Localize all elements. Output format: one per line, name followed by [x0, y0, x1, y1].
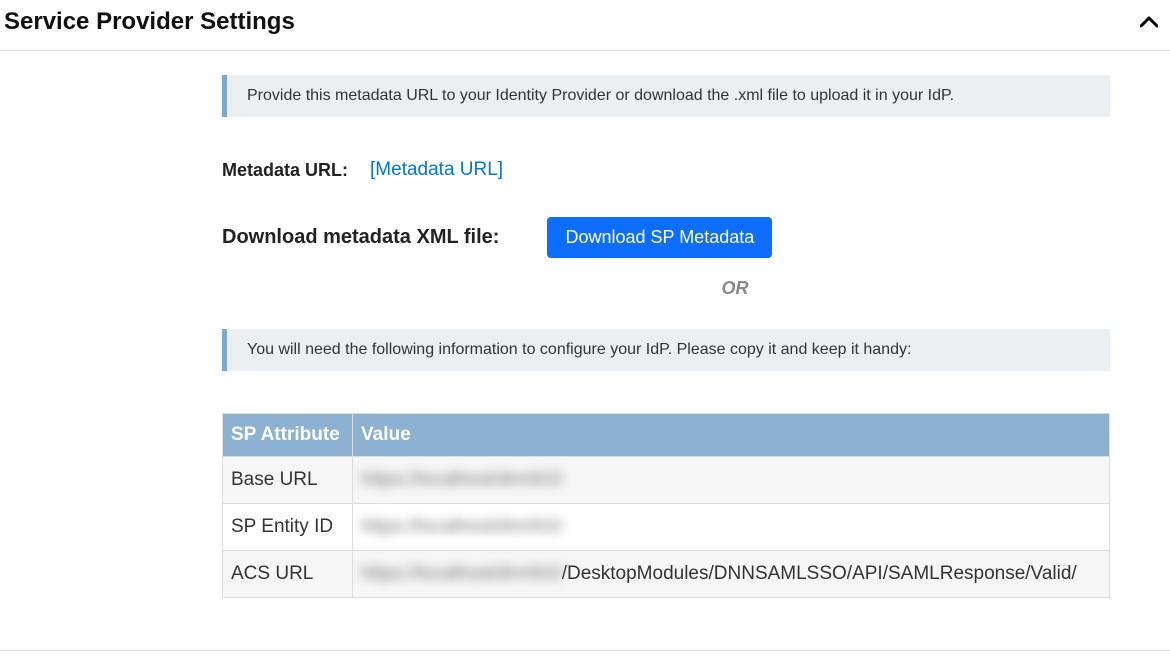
sp-attributes-table: SP Attribute Value Base URL https://loca…	[222, 413, 1110, 598]
bottom-divider	[0, 650, 1170, 651]
cell-value: https://localhost/dnn910	[353, 457, 1110, 504]
or-divider: OR	[222, 278, 1110, 299]
cell-attr: SP Entity ID	[223, 504, 353, 551]
cell-value: https://localhost/dnn910/DesktopModules/…	[353, 551, 1110, 598]
table-row: SP Entity ID https://localhost/dnn910	[223, 504, 1110, 551]
table-header-value: Value	[353, 414, 1110, 457]
info-box-metadata: Provide this metadata URL to your Identi…	[222, 75, 1110, 117]
panel-content: Provide this metadata URL to your Identi…	[0, 51, 1170, 622]
download-row: Download metadata XML file: Download SP …	[222, 217, 1110, 258]
panel-header: Service Provider Settings	[0, 0, 1170, 51]
collapse-icon[interactable]	[1140, 12, 1166, 33]
cell-attr: Base URL	[223, 457, 353, 504]
info-box-idp-config: You will need the following information …	[222, 329, 1110, 371]
metadata-url-label: Metadata URL:	[222, 160, 348, 181]
download-label: Download metadata XML file:	[222, 226, 499, 249]
metadata-url-row: Metadata URL: [Metadata URL]	[222, 159, 1110, 181]
download-sp-metadata-button[interactable]: Download SP Metadata	[547, 217, 772, 258]
sp-attributes-table-wrap: SP Attribute Value Base URL https://loca…	[222, 413, 1110, 598]
table-row: Base URL https://localhost/dnn910	[223, 457, 1110, 504]
cell-value: https://localhost/dnn910	[353, 504, 1110, 551]
metadata-url-link[interactable]: [Metadata URL]	[370, 159, 503, 181]
table-header-attribute: SP Attribute	[223, 414, 353, 457]
table-row: ACS URL https://localhost/dnn910/Desktop…	[223, 551, 1110, 598]
page-title: Service Provider Settings	[4, 8, 295, 36]
cell-attr: ACS URL	[223, 551, 353, 598]
